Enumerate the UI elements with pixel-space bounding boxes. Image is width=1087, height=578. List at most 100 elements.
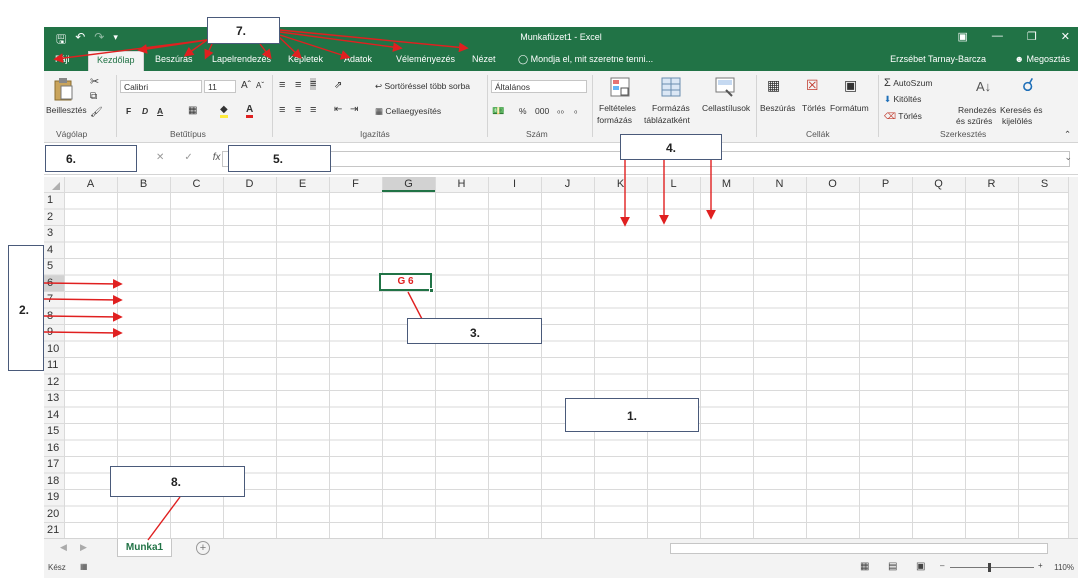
zoom-slider[interactable] (950, 567, 1034, 568)
tab-formulas[interactable]: Képletek (288, 54, 323, 64)
column-header-s[interactable]: S (1018, 177, 1071, 192)
conditional-formatting-icon[interactable] (609, 76, 631, 98)
underline-button[interactable]: A (157, 106, 163, 116)
tab-view[interactable]: Nézet (472, 54, 496, 64)
align-middle-icon[interactable]: ≡ (295, 79, 301, 91)
column-header-g[interactable]: G (382, 177, 435, 192)
column-header-n[interactable]: N (753, 177, 806, 192)
row-header-21[interactable]: 21 (44, 522, 62, 538)
column-header-p[interactable]: P (859, 177, 912, 192)
delete-cells-icon[interactable]: ☒ (806, 77, 819, 94)
row-header-10[interactable]: 10 (44, 341, 62, 357)
font-name-select[interactable]: Calibri (120, 80, 202, 93)
column-header-k[interactable]: K (594, 177, 647, 192)
column-header-e[interactable]: E (276, 177, 329, 192)
autosum-button[interactable]: Σ AutoSzum (884, 77, 932, 89)
number-format-select[interactable]: Általános (491, 80, 587, 93)
thousands-button[interactable]: 000 (535, 106, 549, 116)
format-painter-icon[interactable]: 🖌 (90, 107, 103, 118)
horizontal-scrollbar[interactable] (670, 543, 1048, 554)
row-header-16[interactable]: 16 (44, 440, 62, 456)
tab-file[interactable]: Fájl (55, 54, 70, 64)
page-layout-view-icon[interactable]: ▤ (888, 561, 897, 572)
format-as-table-icon[interactable] (660, 76, 682, 98)
collapse-ribbon-icon[interactable]: ⌃ (1064, 129, 1071, 140)
enter-icon[interactable]: ✓ (184, 152, 192, 163)
add-sheet-button[interactable]: + (196, 541, 210, 555)
row-header-9[interactable]: 9 (44, 324, 62, 340)
column-header-j[interactable]: J (541, 177, 594, 192)
delete-cells-button[interactable]: Törlés (802, 103, 826, 113)
tab-review[interactable]: Véleményezés (396, 54, 455, 64)
column-header-d[interactable]: D (223, 177, 276, 192)
row-header-7[interactable]: 7 (44, 291, 62, 307)
tab-home[interactable]: Kezdőlap (88, 51, 144, 71)
restore-icon[interactable]: ❐ (1027, 30, 1037, 43)
row-header-19[interactable]: 19 (44, 489, 62, 505)
ribbon-display-icon[interactable]: ▣ (958, 30, 968, 43)
column-header-m[interactable]: M (700, 177, 753, 192)
font-size-select[interactable]: 11 (204, 80, 236, 93)
minimize-icon[interactable]: — (992, 30, 1003, 43)
insert-cells-icon[interactable]: ▦ (767, 77, 780, 94)
increase-decimal-icon[interactable]: ₀₀ (557, 105, 564, 115)
sort-filter-button[interactable]: Rendezés (958, 105, 996, 115)
row-header-14[interactable]: 14 (44, 407, 62, 423)
page-break-view-icon[interactable]: ▣ (916, 561, 925, 572)
align-bottom-icon[interactable]: ≡ (310, 78, 317, 90)
user-name[interactable]: Erzsébet Tarnay-Barcza (890, 54, 986, 64)
wrap-text-button[interactable]: ↩ Sortöréssel több sorba (375, 81, 470, 92)
zoom-in-button[interactable]: + (1038, 561, 1043, 570)
sheet-scroll-left-icon[interactable]: ◀ (60, 542, 67, 553)
format-as-table-button[interactable]: Formázás (652, 103, 690, 113)
insert-cells-button[interactable]: Beszúrás (760, 103, 795, 113)
row-header-5[interactable]: 5 (44, 258, 62, 274)
shrink-font-icon[interactable]: Aˇ (256, 81, 264, 90)
increase-indent-icon[interactable]: ⇥ (350, 104, 358, 115)
align-right-icon[interactable]: ≡ (310, 104, 316, 116)
column-header-r[interactable]: R (965, 177, 1018, 192)
search-icon[interactable]: ☌ (1022, 75, 1034, 96)
row-header-17[interactable]: 17 (44, 456, 62, 472)
column-header-b[interactable]: B (117, 177, 170, 192)
currency-icon[interactable]: 💵 (492, 106, 504, 117)
vertical-scrollbar[interactable] (1068, 177, 1078, 538)
macro-record-icon[interactable]: ▦ (80, 562, 88, 571)
active-cell[interactable]: G 6 (379, 273, 432, 291)
align-top-icon[interactable]: ≡ (279, 79, 285, 91)
row-header-4[interactable]: 4 (44, 242, 62, 258)
clear-button[interactable]: ⌫ Törlés (884, 111, 922, 122)
normal-view-icon[interactable]: ▦ (860, 561, 869, 572)
row-header-1[interactable]: 1 (44, 192, 62, 208)
find-select-button[interactable]: Keresés és (1000, 105, 1043, 115)
sheet-tab-munka1[interactable]: Munka1 (117, 539, 172, 557)
fill-color-icon[interactable]: ◆ (220, 104, 228, 118)
bold-button[interactable]: F (126, 106, 131, 116)
row-header-2[interactable]: 2 (44, 209, 62, 225)
copy-icon[interactable]: ⧉ (90, 91, 97, 102)
align-center-icon[interactable]: ≡ (295, 104, 301, 116)
column-header-q[interactable]: Q (912, 177, 965, 192)
tab-insert[interactable]: Beszúrás (155, 54, 193, 64)
fill-button[interactable]: ⬇ Kitöltés (884, 94, 921, 105)
sheet-scroll-right-icon[interactable]: ▶ (80, 542, 87, 553)
font-color-icon[interactable]: A (246, 104, 254, 118)
close-icon[interactable]: ✕ (1061, 30, 1070, 43)
column-header-h[interactable]: H (435, 177, 488, 192)
row-header-13[interactable]: 13 (44, 390, 62, 406)
row-header-18[interactable]: 18 (44, 473, 62, 489)
cell-styles-button[interactable]: Cellastílusok (702, 103, 750, 113)
column-header-o[interactable]: O (806, 177, 859, 192)
decrease-decimal-icon[interactable]: ₀ (574, 105, 578, 115)
share-button[interactable]: ☻ Megosztás (1014, 54, 1070, 64)
grow-font-icon[interactable]: Aˆ (241, 80, 251, 91)
percent-button[interactable]: % (519, 106, 527, 116)
italic-button[interactable]: D (142, 106, 148, 116)
paste-button[interactable]: Beillesztés (46, 105, 87, 115)
sort-filter-icon[interactable]: A↓ (976, 79, 991, 94)
row-header-15[interactable]: 15 (44, 423, 62, 439)
format-cells-button[interactable]: Formátum (830, 103, 869, 113)
tell-me-box[interactable]: ◯ Mondja el, mit szeretne tenni... (518, 54, 653, 65)
cancel-icon[interactable]: ✕ (156, 152, 164, 163)
tab-data[interactable]: Adatok (344, 54, 372, 64)
